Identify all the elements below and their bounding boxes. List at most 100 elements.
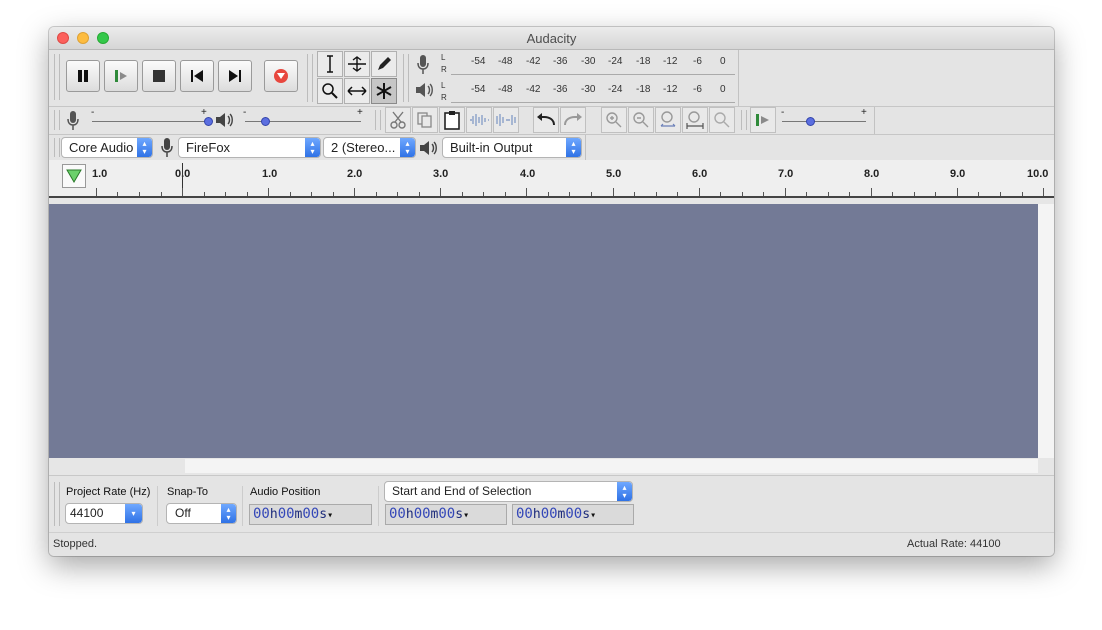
ruler-tick [935,192,937,196]
ruler-label: 1.0 [262,168,278,180]
zoom-toggle-button[interactable] [709,107,735,133]
record-meter[interactable]: -54 -48 -42 -36 -30 -24 -18 -12 -6 0 [451,52,735,75]
playback-meter-tick: -42 [526,84,541,95]
fit-project-button[interactable] [682,107,708,133]
stop-button[interactable] [142,60,176,92]
selection-tool[interactable] [317,51,343,77]
playback-meter-tick: -24 [608,84,623,95]
playback-volume-knob[interactable] [261,117,270,126]
edit-toolbar-grip[interactable] [375,110,381,130]
record-icon [274,69,288,83]
ruler-tick [870,188,872,196]
ruler-tick [956,188,958,196]
asterisk-icon [376,83,392,99]
toolbar-row-top: L R -54 -48 -42 -36 -30 -24 -18 -12 -6 0… [49,50,1054,107]
draw-tool[interactable] [371,51,397,77]
ruler-tick [268,188,270,196]
ruler-tick [397,192,399,196]
play-button[interactable] [104,60,138,92]
copy-button[interactable] [412,107,438,133]
envelope-tool[interactable] [344,51,370,77]
recording-channels-select[interactable]: 2 (Stereo... ▴ ▾ [323,137,416,158]
time-format-dropdown-icon[interactable]: ▾ [590,510,596,521]
transport-toolbar-grip[interactable] [54,54,60,100]
recording-volume-slider[interactable] [92,116,213,126]
undo-icon [537,113,555,126]
fit-project-icon [686,111,704,129]
pause-button[interactable] [66,60,100,92]
playback-meter[interactable]: -54 -48 -42 -36 -30 -24 -18 -12 -6 0 [451,80,735,103]
zoom-in-button[interactable] [601,107,627,133]
play-speed-slider[interactable] [782,116,868,126]
horizontal-scrollbar[interactable] [185,459,1038,473]
audio-host-select[interactable]: Core Audio ▴ ▾ [61,137,153,158]
ruler-label: 2.0 [347,168,363,180]
record-meter-mic-icon[interactable] [415,54,431,76]
ruler-tick [440,188,442,196]
multi-tool[interactable] [371,78,397,104]
mixer-toolbar-grip[interactable] [54,110,60,130]
ruler-tick [1043,188,1044,196]
ruler-tick [246,192,248,196]
selection-mode-select[interactable]: Start and End of Selection ▴ ▾ [384,481,633,502]
playback-meter-speaker-icon[interactable] [415,81,435,99]
magnifier-icon [322,83,338,99]
ruler-tick [612,188,614,196]
audio-position-time[interactable]: 00h00m00s▾ [249,504,372,525]
snap-to-select[interactable]: Off ▴ ▾ [166,503,237,524]
skip-start-icon [191,70,203,82]
playback-device-speaker-icon [420,141,437,155]
selection-toolbar-grip[interactable] [54,482,60,526]
playback-meter-tick: -12 [663,84,678,95]
vertical-scrollbar[interactable] [1038,204,1054,458]
ruler-tick [978,192,980,196]
trim-audio-button[interactable] [466,107,492,133]
skip-to-end-button[interactable] [218,60,252,92]
redo-button[interactable] [560,107,586,133]
ruler-label: 9.0 [950,168,966,180]
paste-button[interactable] [439,107,465,133]
selection-toolbar-divider [242,486,243,526]
timeline-options-button[interactable] [62,164,86,188]
playback-volume-slider[interactable] [245,116,362,126]
ruler-tick [720,192,722,196]
record-meter-tick: -24 [608,56,623,67]
undo-button[interactable] [533,107,559,133]
time-shift-tool[interactable] [344,78,370,104]
device-toolbar-grip[interactable] [54,138,60,157]
time-format-dropdown-icon[interactable]: ▾ [463,510,469,521]
ruler-tick [203,192,205,196]
ruler-label: 6.0 [692,168,708,180]
project-rate-select[interactable]: 44100 ▾ [65,503,143,524]
play-speed-knob[interactable] [806,117,815,126]
ruler-tick [139,192,140,196]
play-at-speed-button[interactable] [750,107,776,133]
silence-audio-button[interactable] [493,107,519,133]
track-panel[interactable] [49,204,1038,458]
record-meter-tick: -42 [526,56,541,67]
timeline-ruler[interactable]: 1.0 0.0 1.0 2.0 3.0 4.0 5.0 6.0 7.0 8.0 … [49,160,1054,198]
playback-device-select[interactable]: Built-in Output ▴ ▾ [442,137,582,158]
play-at-speed-grip[interactable] [741,110,747,130]
fit-selection-button[interactable] [655,107,681,133]
recording-volume-knob[interactable] [204,117,213,126]
selection-start-time[interactable]: 00h00m00s▾ [385,504,507,525]
recording-device-mic-icon [161,138,173,157]
playback-meter-tick: -48 [498,84,513,95]
ruler-tick [461,192,463,196]
selection-start-seconds: 00 [438,506,456,522]
meter-toolbar-grip[interactable] [403,54,409,102]
record-button[interactable] [264,60,298,92]
zoom-out-button[interactable] [628,107,654,133]
recording-device-select[interactable]: FireFox ▴ ▾ [178,137,321,158]
meter-divider [738,50,739,106]
zoom-in-icon [606,112,622,128]
tools-toolbar-grip[interactable] [307,54,313,102]
skip-to-start-button[interactable] [180,60,214,92]
playback-meter-tick: -30 [581,84,596,95]
selection-end-time[interactable]: 00h00m00s▾ [512,504,634,525]
window-title: Audacity [526,31,577,46]
zoom-tool[interactable] [317,78,343,104]
time-format-dropdown-icon[interactable]: ▾ [327,510,333,521]
cut-button[interactable] [385,107,411,133]
